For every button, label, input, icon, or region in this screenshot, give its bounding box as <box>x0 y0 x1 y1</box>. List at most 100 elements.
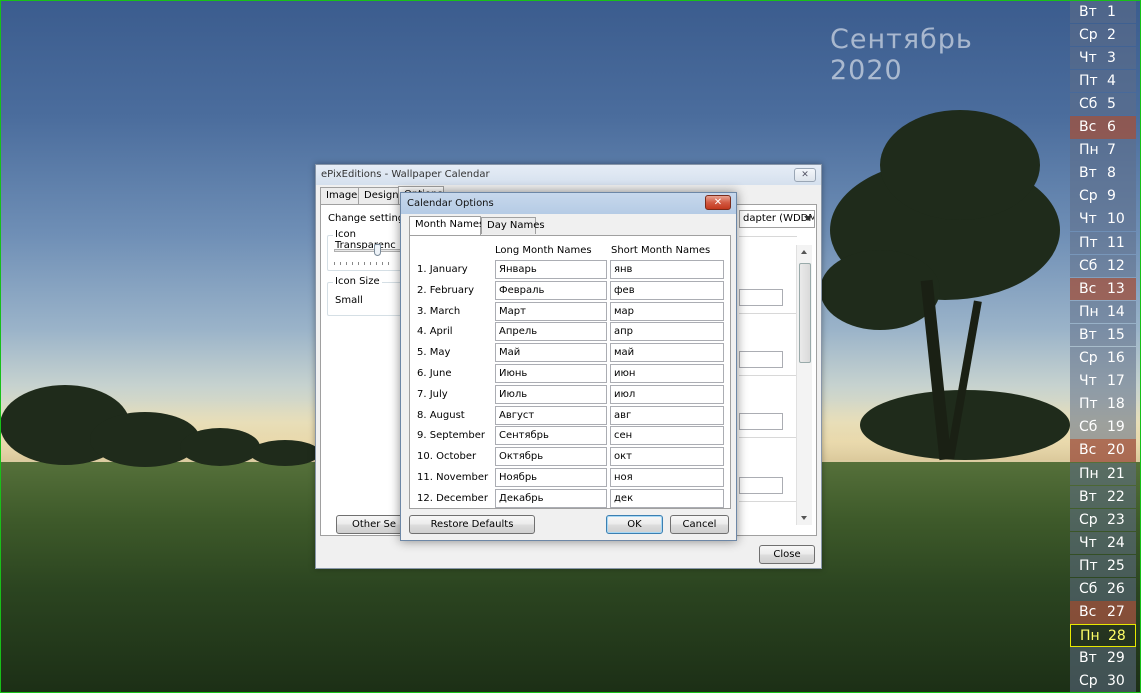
short-names-header: Short Month Names <box>611 245 711 256</box>
restore-defaults-button[interactable]: Restore Defaults <box>409 515 535 534</box>
scroll-down-icon[interactable] <box>801 516 807 520</box>
day-number: 12 <box>1107 257 1125 274</box>
icon-size-label: Icon Size <box>333 276 382 287</box>
day-number: 18 <box>1107 396 1125 413</box>
day-number: 19 <box>1107 419 1125 436</box>
right-field-4[interactable] <box>739 477 783 494</box>
day-number: 6 <box>1107 119 1116 135</box>
desktop-month-title: Сентябрь 2020 <box>830 24 973 86</box>
long-month-input[interactable]: Май <box>495 343 607 363</box>
dialog-titlebar[interactable]: Calendar Options ✕ <box>401 193 736 214</box>
wallpaper-tree-right-canopy-2 <box>880 110 1040 220</box>
long-month-input[interactable]: Июль <box>495 384 607 404</box>
day-number: 23 <box>1107 511 1125 528</box>
long-month-input[interactable]: Июнь <box>495 364 607 383</box>
day-number: 21 <box>1107 465 1125 482</box>
scroll-up-icon[interactable] <box>801 250 807 254</box>
month-label: 12. December <box>417 492 488 504</box>
short-month-input[interactable]: сен <box>610 426 724 446</box>
month-label: 3. March <box>417 305 461 317</box>
day-number: 25 <box>1107 557 1125 574</box>
short-month-input[interactable]: дек <box>610 488 724 508</box>
tab-day-names[interactable]: Day Names <box>481 217 545 234</box>
transparency-slider-thumb[interactable] <box>374 244 381 256</box>
cancel-button[interactable]: Cancel <box>670 515 729 534</box>
long-month-input[interactable]: Ноябрь <box>495 468 607 487</box>
wallpaper-tree-right-lower <box>860 390 1070 460</box>
adapter-combo[interactable]: dapter (WDDM <box>739 210 815 228</box>
right-field-3[interactable] <box>739 413 783 430</box>
day-number: 24 <box>1107 534 1125 551</box>
day-number: 28 <box>1108 628 1126 645</box>
long-month-input[interactable]: Февраль <box>495 280 607 300</box>
weekday-label: Вт <box>1079 650 1097 667</box>
calendar-day-4: Пт 4 <box>1070 69 1136 93</box>
transparency-ticks <box>334 262 394 265</box>
long-month-input[interactable]: Апрель <box>495 322 607 342</box>
weekday-label: Пн <box>1080 628 1100 645</box>
weekday-label: Вс <box>1079 442 1097 459</box>
month-label: 11. November <box>417 472 489 483</box>
month-label: 1. January <box>417 264 468 275</box>
day-number: 17 <box>1107 373 1125 390</box>
short-month-input[interactable]: янв <box>610 260 724 279</box>
short-month-input[interactable]: мар <box>610 301 724 321</box>
day-number: 3 <box>1107 49 1116 66</box>
main-close-icon[interactable]: ✕ <box>794 168 816 182</box>
day-number: 10 <box>1107 211 1125 228</box>
weekday-label: Пт <box>1079 72 1098 89</box>
long-month-input[interactable]: Сентябрь <box>495 426 607 446</box>
desktop-day-column: Вт 1 Ср 2 Чт 3 Пт 4 Сб 5 Вс 6 Пн 7 Вт 8 Ср 9 Чт 10 Пт 11 Сб 12 В… <box>1070 0 1136 693</box>
short-month-input[interactable]: июл <box>610 384 724 404</box>
long-month-input[interactable]: Август <box>495 405 607 425</box>
short-month-input[interactable]: июн <box>610 364 724 383</box>
day-number: 2 <box>1107 26 1116 43</box>
day-number: 27 <box>1107 604 1125 621</box>
tab-design[interactable]: Design <box>358 187 399 204</box>
weekday-label: Ср <box>1079 350 1098 366</box>
tab-images[interactable]: Images <box>320 187 363 204</box>
weekday-label: Вт <box>1079 165 1097 182</box>
short-month-input[interactable]: апр <box>610 322 724 342</box>
tab-month-names[interactable]: Month Names <box>409 216 484 235</box>
weekday-label: Сб <box>1079 581 1098 597</box>
icon-size-value[interactable]: Small <box>332 293 404 310</box>
weekday-label: Пн <box>1079 142 1099 159</box>
calendar-day-28: Пн 28 <box>1070 624 1136 647</box>
weekday-label: Пн <box>1079 303 1099 320</box>
weekday-label: Сб <box>1079 419 1098 436</box>
weekday-label: Пн <box>1079 465 1099 482</box>
month-label: 2. February <box>417 284 475 296</box>
day-number: 8 <box>1107 165 1116 182</box>
day-number: 29 <box>1107 650 1125 667</box>
wallpaper-trees-left-4 <box>250 440 320 466</box>
long-month-input[interactable]: Декабрь <box>495 488 607 508</box>
long-month-input[interactable]: Январь <box>495 260 607 279</box>
icon-size-group: Icon Size Small <box>327 276 407 316</box>
right-field-2[interactable] <box>739 351 783 368</box>
close-button[interactable]: Close <box>759 545 815 564</box>
dialog-close-icon[interactable]: ✕ <box>705 195 731 210</box>
calendar-day-2: Ср 2 <box>1070 23 1136 47</box>
right-field-1[interactable] <box>739 289 783 306</box>
long-month-input[interactable]: Март <box>495 301 607 321</box>
scrollbar-thumb[interactable] <box>799 263 811 363</box>
day-number: 26 <box>1107 581 1125 597</box>
weekday-label: Чт <box>1079 373 1097 390</box>
short-month-input[interactable]: фев <box>610 280 724 300</box>
long-month-input[interactable]: Октябрь <box>495 447 607 467</box>
short-month-input[interactable]: авг <box>610 405 724 425</box>
short-month-input[interactable]: ноя <box>610 468 724 487</box>
right-divider-2 <box>739 313 797 314</box>
settings-scrollbar[interactable] <box>796 245 812 525</box>
calendar-day-12: Сб 12 <box>1070 254 1136 278</box>
short-month-input[interactable]: окт <box>610 447 724 467</box>
weekday-label: Вт <box>1079 3 1097 20</box>
day-number: 20 <box>1107 442 1125 459</box>
right-divider-1 <box>739 236 797 237</box>
main-titlebar[interactable]: ePixEditions - Wallpaper Calendar ✕ <box>316 165 821 185</box>
short-month-input[interactable]: май <box>610 343 724 363</box>
weekday-label: Пт <box>1079 396 1098 413</box>
ok-button[interactable]: OK <box>606 515 663 534</box>
calendar-day-27: Вс 27 <box>1070 601 1136 624</box>
